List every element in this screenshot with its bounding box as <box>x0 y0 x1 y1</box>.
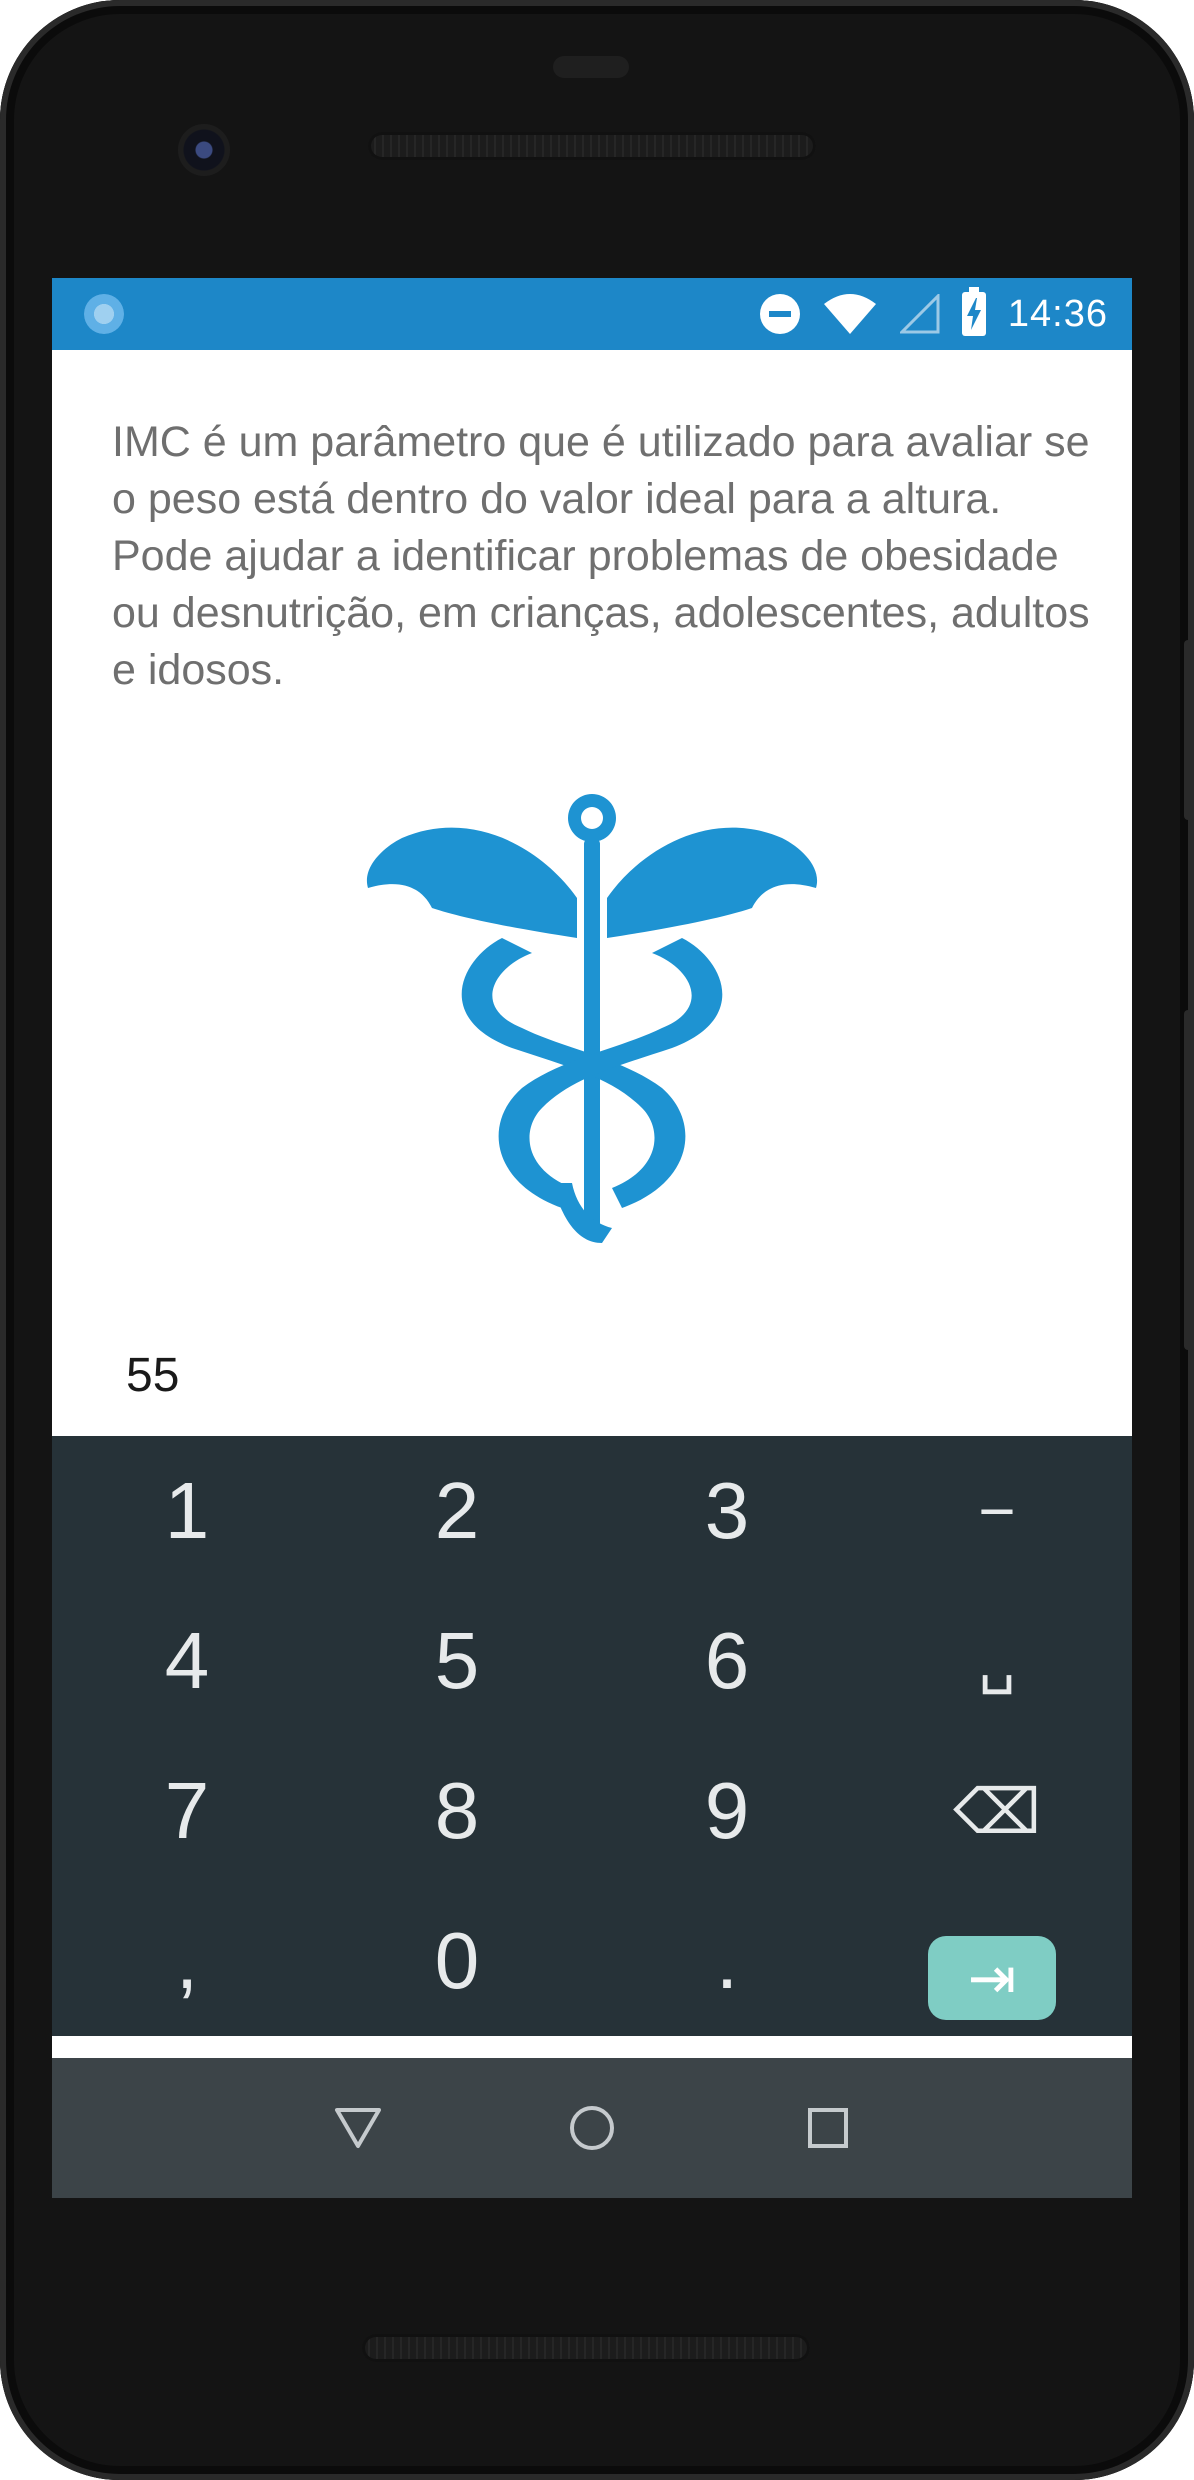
key-minus[interactable]: − <box>862 1436 1132 1586</box>
key-5[interactable]: 5 <box>322 1586 592 1736</box>
key-1[interactable]: 1 <box>52 1436 322 1586</box>
weight-field <box>124 1338 1060 1470</box>
status-bar: 14:36 <box>52 278 1132 350</box>
key-0[interactable]: 0 <box>322 1886 592 2036</box>
back-icon[interactable] <box>288 2058 428 2198</box>
key-9[interactable]: 9 <box>592 1736 862 1886</box>
numeric-keyboard: 1 2 3 − 4 5 6 ␣ 7 8 9 ⌫ , 0 . ⇥ <box>52 1436 1132 2036</box>
caduceus-icon <box>366 794 818 1243</box>
app-notification-icon <box>84 294 124 334</box>
power-button <box>1184 640 1194 820</box>
bottom-speaker-grille <box>362 2334 810 2362</box>
next-field-button[interactable]: ⇥ <box>928 1936 1056 2020</box>
phone-frame: 14:36 IMC é um parâmetro que é utilizado… <box>0 0 1194 2480</box>
cellular-signal-icon <box>899 294 940 334</box>
status-time: 14:36 <box>1007 292 1108 335</box>
space-key[interactable]: ␣ <box>862 1586 1132 1736</box>
key-period[interactable]: . <box>592 1886 862 2036</box>
key-comma[interactable]: , <box>52 1886 322 2036</box>
key-8[interactable]: 8 <box>322 1736 592 1886</box>
proximity-sensor <box>553 56 629 78</box>
key-2[interactable]: 2 <box>322 1436 592 1586</box>
home-icon[interactable] <box>522 2058 662 2198</box>
backspace-icon[interactable]: ⌫ <box>862 1736 1132 1886</box>
weight-input[interactable] <box>124 1338 1060 1412</box>
battery-charging-icon <box>961 287 986 336</box>
bmi-description: IMC é um parâmetro que é utilizado para … <box>112 418 1090 694</box>
tab-arrow-icon: ⇥ <box>967 1944 1017 2012</box>
wifi-icon <box>823 294 876 334</box>
key-7[interactable]: 7 <box>52 1736 322 1886</box>
status-icons: 14:36 <box>759 278 1108 350</box>
volume-rocker <box>1184 1010 1194 1350</box>
app-screen: 14:36 IMC é um parâmetro que é utilizado… <box>52 278 1132 2198</box>
recents-icon[interactable] <box>758 2058 898 2198</box>
key-6[interactable]: 6 <box>592 1586 862 1736</box>
navigation-bar <box>52 2058 1132 2198</box>
front-camera-icon <box>178 124 230 176</box>
top-speaker-grille <box>368 132 816 160</box>
key-4[interactable]: 4 <box>52 1586 322 1736</box>
do-not-disturb-icon <box>759 294 800 334</box>
key-3[interactable]: 3 <box>592 1436 862 1586</box>
